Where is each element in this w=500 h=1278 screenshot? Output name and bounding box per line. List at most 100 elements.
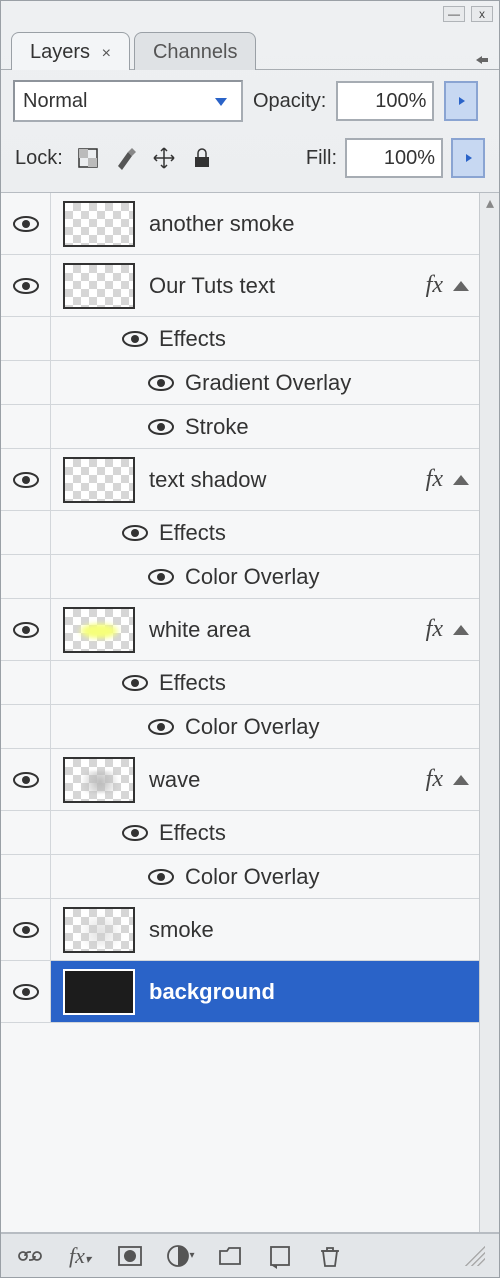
close-button[interactable]: x xyxy=(471,6,493,22)
effects-header[interactable]: Effects xyxy=(159,325,226,352)
panel-tabs: Layers × Channels xyxy=(1,27,499,69)
panel-footer: fx▾ ▾ xyxy=(1,1233,499,1277)
effects-group: Effects Color Overlay xyxy=(1,661,479,749)
link-layers-button[interactable] xyxy=(15,1243,45,1269)
effects-header[interactable]: Effects xyxy=(159,669,226,696)
layer-thumbnail[interactable] xyxy=(63,457,135,503)
eye-icon[interactable] xyxy=(147,418,175,436)
blend-opacity-row: Normal Opacity: 100% xyxy=(1,70,499,132)
fill-label: Fill: xyxy=(306,147,337,170)
effect-item[interactable]: Color Overlay xyxy=(185,713,319,740)
fx-badge[interactable]: fx xyxy=(426,272,443,299)
eye-icon[interactable] xyxy=(12,621,40,639)
opacity-value: 100% xyxy=(375,90,426,113)
layer-name[interactable]: background xyxy=(149,979,275,1005)
layer-thumbnail[interactable] xyxy=(63,201,135,247)
layer-row[interactable]: background xyxy=(1,961,479,1023)
eye-icon[interactable] xyxy=(147,718,175,736)
layer-name[interactable]: Our Tuts text xyxy=(149,273,275,299)
effects-group: Effects Color Overlay xyxy=(1,511,479,599)
effects-group: Effects Color Overlay xyxy=(1,811,479,899)
layer-row[interactable]: another smoke xyxy=(1,193,479,255)
layer-name[interactable]: white area xyxy=(149,617,251,643)
fx-badge[interactable]: fx xyxy=(426,766,443,793)
resize-grip[interactable] xyxy=(465,1246,485,1266)
eye-icon[interactable] xyxy=(121,524,149,542)
blend-mode-value: Normal xyxy=(23,90,87,113)
fill-value: 100% xyxy=(384,147,435,170)
tab-channels-label: Channels xyxy=(153,41,238,63)
lock-all-button[interactable] xyxy=(189,145,215,171)
new-layer-button[interactable] xyxy=(265,1243,295,1269)
effect-item[interactable]: Color Overlay xyxy=(185,563,319,590)
eye-icon[interactable] xyxy=(12,215,40,233)
lock-fill-row: Lock: Fill: 100% xyxy=(1,132,499,192)
fill-input[interactable]: 100% xyxy=(345,138,443,178)
adjustment-layer-button[interactable]: ▾ xyxy=(165,1243,195,1269)
layer-name[interactable]: wave xyxy=(149,767,200,793)
layer-style-button[interactable]: fx▾ xyxy=(65,1243,95,1269)
lock-pixels-button[interactable] xyxy=(113,145,139,171)
scrollbar[interactable]: ▴ xyxy=(479,193,499,1232)
eye-icon[interactable] xyxy=(121,330,149,348)
lock-transparency-button[interactable] xyxy=(75,145,101,171)
layer-row[interactable]: Our Tuts text fx xyxy=(1,255,479,317)
dropdown-icon xyxy=(209,82,233,120)
add-mask-button[interactable] xyxy=(115,1243,145,1269)
eye-icon[interactable] xyxy=(12,771,40,789)
layer-thumbnail[interactable] xyxy=(63,969,135,1015)
scroll-up-icon[interactable]: ▴ xyxy=(480,193,499,213)
layer-row[interactable]: text shadow fx xyxy=(1,449,479,511)
layer-row[interactable]: white area fx xyxy=(1,599,479,661)
panel-menu-button[interactable] xyxy=(473,53,491,67)
effects-group: Effects Gradient Overlay Stroke xyxy=(1,317,479,449)
new-group-button[interactable] xyxy=(215,1243,245,1269)
eye-icon[interactable] xyxy=(121,674,149,692)
collapse-effects-icon[interactable] xyxy=(453,475,469,485)
lock-label: Lock: xyxy=(15,147,63,170)
collapse-effects-icon[interactable] xyxy=(453,281,469,291)
collapse-effects-icon[interactable] xyxy=(453,625,469,635)
layer-thumbnail[interactable] xyxy=(63,907,135,953)
effect-item[interactable]: Stroke xyxy=(185,413,249,440)
eye-icon[interactable] xyxy=(12,983,40,1001)
lock-position-button[interactable] xyxy=(151,145,177,171)
layers-list: ▴ another smoke Our Tuts text fx xyxy=(1,192,499,1233)
layer-thumbnail[interactable] xyxy=(63,607,135,653)
eye-icon[interactable] xyxy=(12,921,40,939)
eye-icon[interactable] xyxy=(12,471,40,489)
eye-icon[interactable] xyxy=(147,568,175,586)
eye-icon[interactable] xyxy=(121,824,149,842)
layer-thumbnail[interactable] xyxy=(63,757,135,803)
fill-slider-button[interactable] xyxy=(451,138,485,178)
layer-thumbnail[interactable] xyxy=(63,263,135,309)
opacity-slider-button[interactable] xyxy=(444,81,478,121)
delete-layer-button[interactable] xyxy=(315,1243,345,1269)
layer-name[interactable]: text shadow xyxy=(149,467,266,493)
collapse-effects-icon[interactable] xyxy=(453,775,469,785)
tab-channels[interactable]: Channels xyxy=(134,32,257,70)
eye-icon[interactable] xyxy=(12,277,40,295)
effect-item[interactable]: Gradient Overlay xyxy=(185,369,351,396)
layer-row[interactable]: wave fx xyxy=(1,749,479,811)
tab-layers[interactable]: Layers × xyxy=(11,32,130,70)
layer-row[interactable]: smoke xyxy=(1,899,479,961)
tab-layers-label: Layers xyxy=(30,41,90,63)
blend-mode-select[interactable]: Normal xyxy=(13,80,243,122)
fx-badge[interactable]: fx xyxy=(426,466,443,493)
close-icon: x xyxy=(479,7,485,21)
eye-icon[interactable] xyxy=(147,374,175,392)
panel-titlebar: — x xyxy=(1,1,499,27)
layer-name[interactable]: another smoke xyxy=(149,211,295,237)
layers-panel: — x Layers × Channels Normal Opacity: 10… xyxy=(0,0,500,1278)
eye-icon[interactable] xyxy=(147,868,175,886)
effects-header[interactable]: Effects xyxy=(159,519,226,546)
fx-badge[interactable]: fx xyxy=(426,616,443,643)
opacity-input[interactable]: 100% xyxy=(336,81,434,121)
layer-name[interactable]: smoke xyxy=(149,917,214,943)
effects-header[interactable]: Effects xyxy=(159,819,226,846)
tab-close-icon[interactable]: × xyxy=(102,45,111,62)
minimize-button[interactable]: — xyxy=(443,6,465,22)
opacity-label: Opacity: xyxy=(253,90,326,113)
effect-item[interactable]: Color Overlay xyxy=(185,863,319,890)
